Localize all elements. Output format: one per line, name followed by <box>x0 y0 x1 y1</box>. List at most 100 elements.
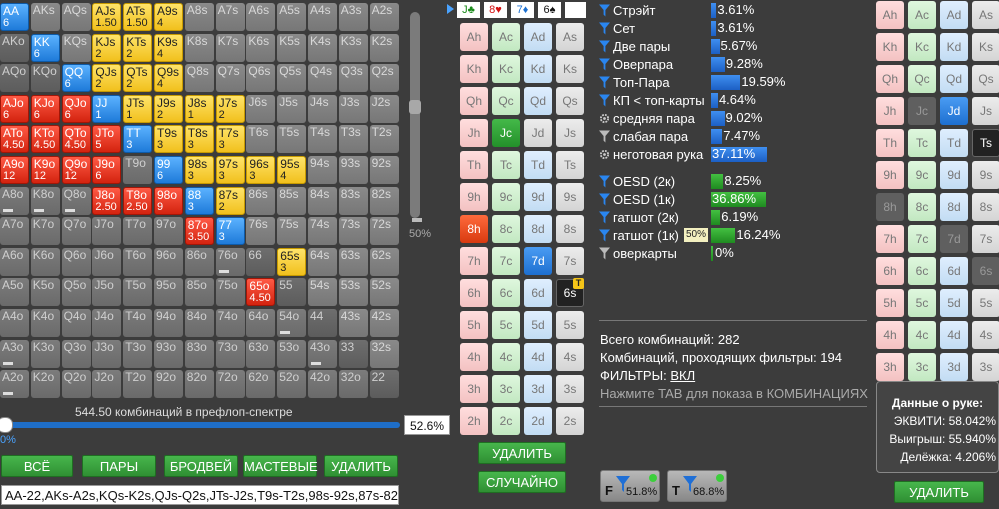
hero-card-5h[interactable]: 5h <box>876 289 904 317</box>
stat-row[interactable]: Топ-Пара <box>599 74 670 91</box>
board-card-qh[interactable]: Qh <box>460 87 488 115</box>
hero-card-3c[interactable]: 3c <box>908 353 936 381</box>
hero-card-6h[interactable]: 6h <box>876 257 904 285</box>
stat-row[interactable]: оверкарты <box>599 245 677 262</box>
board-card-ts[interactable]: Ts <box>556 151 584 179</box>
board-card-qs[interactable]: Qs <box>556 87 584 115</box>
range-cell-k2s[interactable]: K2s <box>369 33 399 62</box>
hero-card-4d[interactable]: 4d <box>940 321 968 349</box>
board-card-2c[interactable]: 2c <box>492 407 520 435</box>
range-cell-97s[interactable]: 97s 3 <box>215 156 245 184</box>
range-cell-82o[interactable]: 82o <box>184 370 214 399</box>
range-cell-64o[interactable]: 64o <box>246 309 276 337</box>
range-cell-75o[interactable]: 75o <box>215 278 245 307</box>
range-cell-98s[interactable]: 98s 3 <box>184 156 214 184</box>
board-card-7h[interactable]: 7h <box>460 247 488 275</box>
range-cell-j5s[interactable]: J5s <box>277 94 307 123</box>
board-card-9h[interactable]: 9h <box>460 183 488 211</box>
board-card-4s[interactable]: 4s <box>556 343 584 371</box>
range-cell-a2s[interactable]: A2s <box>369 3 399 31</box>
weight-slider-knob[interactable] <box>409 100 421 114</box>
board-card-3h[interactable]: 3h <box>460 375 488 403</box>
board-card-3s[interactable]: 3s <box>556 375 584 403</box>
range-cell-j8o[interactable]: J8o 2.50 <box>92 186 122 215</box>
range-cell-52o[interactable]: 52o <box>277 370 307 399</box>
range-cell-77[interactable]: 77 3 <box>215 217 245 246</box>
board-card-4[interactable]: 6♠ <box>538 2 561 18</box>
range-cell-q3o[interactable]: Q3o <box>61 339 91 368</box>
hero-card-4c[interactable]: 4c <box>908 321 936 349</box>
range-cell-q2s[interactable]: Q2s <box>369 64 399 93</box>
range-percent-box[interactable]: 52.6% <box>404 415 450 435</box>
range-cell-a3s[interactable]: A3s <box>338 3 368 31</box>
hero-card-7c[interactable]: 7c <box>908 225 936 253</box>
range-cell-ats[interactable]: ATs 1.50 <box>123 3 153 31</box>
range-cell-33[interactable]: 33 <box>338 339 368 368</box>
range-cell-kqs[interactable]: KQs <box>61 33 91 62</box>
clear-hero-button[interactable]: УДАЛИТЬ <box>894 481 984 503</box>
range-cell-q4o[interactable]: Q4o <box>61 309 91 337</box>
hero-card-ad[interactable]: Ad <box>940 1 968 29</box>
stat-row[interactable]: OESD (1к) <box>599 191 675 208</box>
range-cell-jj[interactable]: JJ 1 <box>92 94 122 123</box>
range-cell-96s[interactable]: 96s 3 <box>246 156 276 184</box>
range-cell-87s[interactable]: 87s 2 <box>215 186 245 215</box>
clear-board-button[interactable]: УДАЛИТЬ <box>478 442 566 464</box>
suited-button[interactable]: МАСТЕВЫЕ <box>243 455 318 477</box>
hero-card-qs[interactable]: Qs <box>972 65 999 93</box>
range-cell-55[interactable]: 55 <box>277 278 307 307</box>
board-card-5d[interactable]: 5d <box>524 311 552 339</box>
board-card-tc[interactable]: Tc <box>492 151 520 179</box>
hero-card-9c[interactable]: 9c <box>908 161 936 189</box>
range-cell-63s[interactable]: 63s <box>338 247 368 276</box>
filters-toggle[interactable]: ВКЛ <box>670 368 695 383</box>
range-percent-slider[interactable] <box>0 422 400 428</box>
range-cell-66[interactable]: 66 <box>246 247 276 276</box>
range-cell-k7o[interactable]: K7o <box>30 217 60 246</box>
hero-card-4h[interactable]: 4h <box>876 321 904 349</box>
hero-card-7d[interactable]: 7d <box>940 225 968 253</box>
range-cell-aqs[interactable]: AQs <box>61 3 91 31</box>
range-cell-ako[interactable]: AKo <box>0 33 29 62</box>
range-cell-j6s[interactable]: J6s <box>246 94 276 123</box>
board-card-th[interactable]: Th <box>460 151 488 179</box>
range-cell-k2o[interactable]: K2o <box>30 370 60 399</box>
board-card-3d[interactable]: 3d <box>524 375 552 403</box>
board-card-2s[interactable]: 2s <box>556 407 584 435</box>
board-card-ad[interactable]: Ad <box>524 23 552 51</box>
range-cell-43s[interactable]: 43s <box>338 309 368 337</box>
range-cell-a6s[interactable]: A6s <box>246 3 276 31</box>
board-card-8s[interactable]: 8s <box>556 215 584 243</box>
range-cell-t5o[interactable]: T5o <box>123 278 153 307</box>
range-cell-j6o[interactable]: J6o <box>92 247 122 276</box>
range-cell-73s[interactable]: 73s <box>338 217 368 246</box>
range-cell-94s[interactable]: 94s <box>308 156 337 184</box>
stat-row[interactable]: Сет <box>599 20 635 37</box>
range-cell-tt[interactable]: TT 3 <box>123 125 153 154</box>
range-cell-j5o[interactable]: J5o <box>92 278 122 307</box>
hero-card-3h[interactable]: 3h <box>876 353 904 381</box>
board-card-7d[interactable]: 7d <box>524 247 552 275</box>
hero-card-qc[interactable]: Qc <box>908 65 936 93</box>
board-card-qd[interactable]: Qd <box>524 87 552 115</box>
range-cell-a4o[interactable]: A4o <box>0 309 29 337</box>
range-cell-q2o[interactable]: Q2o <box>61 370 91 399</box>
range-cell-k7s[interactable]: K7s <box>215 33 245 62</box>
range-cell-k8o[interactable]: K8o <box>30 186 60 215</box>
hero-card-kc[interactable]: Kc <box>908 33 936 61</box>
range-cell-kto[interactable]: KTo 4.50 <box>30 125 60 154</box>
hero-card-th[interactable]: Th <box>876 129 904 157</box>
range-text-input[interactable]: AA-22,AKs-A2s,KQs-K2s,QJs-Q2s,JTs-J2s,T9… <box>1 485 399 505</box>
select-all-button[interactable]: ВСЁ <box>1 455 73 477</box>
range-cell-t8s[interactable]: T8s 3 <box>184 125 214 154</box>
range-cell-aks[interactable]: AKs <box>30 3 60 31</box>
range-cell-j7s[interactable]: J7s 2 <box>215 94 245 123</box>
clear-range-button[interactable]: УДАЛИТЬ <box>324 455 398 477</box>
range-cell-q9o[interactable]: Q9o 12 <box>61 156 91 184</box>
range-cell-ato[interactable]: ATo 4.50 <box>0 125 29 154</box>
range-cell-53o[interactable]: 53o <box>277 339 307 368</box>
board-card-9c[interactable]: 9c <box>492 183 520 211</box>
weight-vertical-slider[interactable] <box>410 12 420 218</box>
hero-card-8c[interactable]: 8c <box>908 193 936 221</box>
range-cell-k6o[interactable]: K6o <box>30 247 60 276</box>
